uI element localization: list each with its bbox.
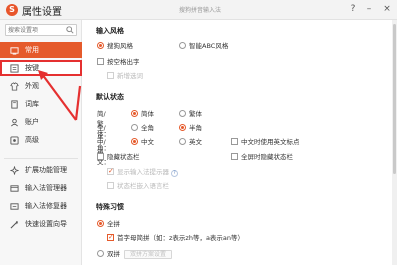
- user-icon: [11, 118, 18, 127]
- sidebar-item-label: 常用: [25, 46, 39, 54]
- fullscreen-hide-checkbox[interactable]: 全屏时隐藏状态栏: [231, 151, 293, 161]
- checkbox-indicator: [107, 167, 114, 175]
- home-icon: [10, 47, 19, 55]
- settings-content: 输入风格 搜狗风格 智能ABC风格 按空格出字 新增选词 默认状态 简/繁体： …: [83, 20, 397, 265]
- sidebar-item-common[interactable]: 常用: [0, 42, 82, 58]
- checkbox-indicator: [107, 233, 114, 241]
- section-input-style: 输入风格: [96, 27, 124, 35]
- settings-search[interactable]: [5, 24, 77, 36]
- close-button[interactable]: ×: [380, 2, 394, 16]
- search-input[interactable]: [8, 25, 66, 35]
- checkbox-indicator: [231, 138, 238, 145]
- content-scrollbar[interactable]: [392, 20, 397, 265]
- english-radio[interactable]: 英文: [179, 136, 202, 146]
- radio-indicator: [131, 110, 138, 117]
- traditional-radio[interactable]: 繁体: [179, 108, 202, 118]
- tool-label: 扩展功能管理: [25, 166, 67, 174]
- sidebar-item-label: 高级: [25, 136, 39, 144]
- sogou-style-radio[interactable]: 搜狗风格: [97, 40, 133, 50]
- tool-label: 输入法管理器: [25, 184, 67, 192]
- sidebar-item-appearance[interactable]: 外观: [0, 78, 82, 94]
- abc-style-radio[interactable]: 智能ABC风格: [179, 40, 228, 50]
- radio-indicator: [179, 110, 186, 117]
- title-bar: S 属性设置 搜狗拼音输入法 ? – ×: [0, 0, 397, 20]
- chinese-radio[interactable]: 中文: [131, 136, 154, 146]
- sidebar-item-label: 外观: [25, 82, 39, 90]
- keyboard-icon: [10, 64, 19, 73]
- tool-label: 快速设置向导: [25, 220, 67, 228]
- checkbox-indicator: [107, 182, 114, 189]
- radio-indicator: [131, 138, 138, 145]
- sidebar-item-advanced[interactable]: 高级: [0, 132, 82, 148]
- radio-indicator: [97, 42, 104, 49]
- sidebar-divider: [4, 158, 78, 159]
- new-words-checkbox[interactable]: 新增选词: [107, 70, 143, 80]
- tool-ime-repair[interactable]: 输入法修复器: [0, 198, 82, 214]
- space-output-checkbox[interactable]: 按空格出字: [97, 56, 140, 66]
- minimize-button[interactable]: –: [362, 2, 376, 16]
- radio-indicator: [97, 220, 104, 227]
- half-width-radio[interactable]: 半角: [179, 122, 202, 132]
- hide-status-bar-checkbox[interactable]: 隐藏状态栏: [97, 151, 140, 161]
- full-pinyin-radio[interactable]: 全拼: [97, 218, 120, 228]
- search-icon[interactable]: [66, 26, 74, 34]
- scrollbar-thumb[interactable]: [393, 24, 396, 174]
- help-icon[interactable]: ?: [171, 170, 178, 177]
- shirt-icon: [10, 82, 19, 91]
- initial-abbrev-checkbox[interactable]: 首字母简拼（如：z表示zh等，a表示an等）: [107, 232, 244, 242]
- full-width-radio[interactable]: 全角: [131, 122, 154, 132]
- sidebar: 常用 按键 外观 词库 账户 高级 扩展功能管理 输入法管理器: [0, 20, 82, 265]
- embed-status-checkbox[interactable]: 状态栏嵌入语言栏: [107, 180, 169, 190]
- sidebar-item-dictionary[interactable]: 词库: [0, 96, 82, 112]
- extension-icon: [10, 166, 19, 175]
- sidebar-item-account[interactable]: 账户: [0, 114, 82, 130]
- checkbox-indicator: [231, 153, 238, 160]
- checkbox-indicator: [97, 153, 104, 160]
- sidebar-item-label: 账户: [25, 118, 39, 126]
- radio-indicator: [97, 250, 104, 257]
- radio-indicator: [179, 42, 186, 49]
- tool-setup-wizard[interactable]: 快速设置向导: [0, 216, 82, 232]
- sidebar-item-keys[interactable]: 按键: [0, 60, 82, 76]
- ime-repair-icon: [10, 203, 19, 210]
- tool-label: 输入法修复器: [25, 202, 67, 210]
- ime-manager-icon: [10, 185, 19, 192]
- double-pinyin-radio[interactable]: 双拼 双拼方案设置: [97, 248, 173, 259]
- section-default-state: 默认状态: [96, 93, 124, 101]
- sogou-logo-icon: S: [6, 4, 18, 16]
- tool-ime-manager[interactable]: 输入法管理器: [0, 180, 82, 196]
- show-indicator-checkbox[interactable]: 显示输入法提示器?: [107, 166, 178, 177]
- radio-indicator: [179, 124, 186, 131]
- book-icon: [11, 100, 18, 109]
- window-title: 属性设置: [22, 7, 62, 18]
- radio-indicator: [131, 124, 138, 131]
- radio-indicator: [179, 138, 186, 145]
- english-punct-checkbox[interactable]: 中文时使用英文标点: [231, 136, 300, 146]
- settings-window: S 属性设置 搜狗拼音输入法 ? – × 常用 按键 外观 词库 账户: [0, 0, 397, 265]
- advanced-icon: [10, 136, 19, 145]
- wizard-icon: [10, 220, 19, 229]
- checkbox-indicator: [107, 72, 114, 79]
- checkbox-indicator: [97, 58, 104, 65]
- sidebar-item-label: 词库: [25, 100, 39, 108]
- tool-extension-manager[interactable]: 扩展功能管理: [0, 162, 82, 178]
- simplified-radio[interactable]: 简体: [131, 108, 154, 118]
- section-special-habits: 特殊习惯: [96, 203, 124, 211]
- product-name: 搜狗拼音输入法: [178, 7, 221, 14]
- double-pinyin-settings-button[interactable]: 双拼方案设置: [124, 250, 173, 259]
- sidebar-item-label: 按键: [25, 64, 39, 72]
- help-button[interactable]: ?: [346, 2, 360, 16]
